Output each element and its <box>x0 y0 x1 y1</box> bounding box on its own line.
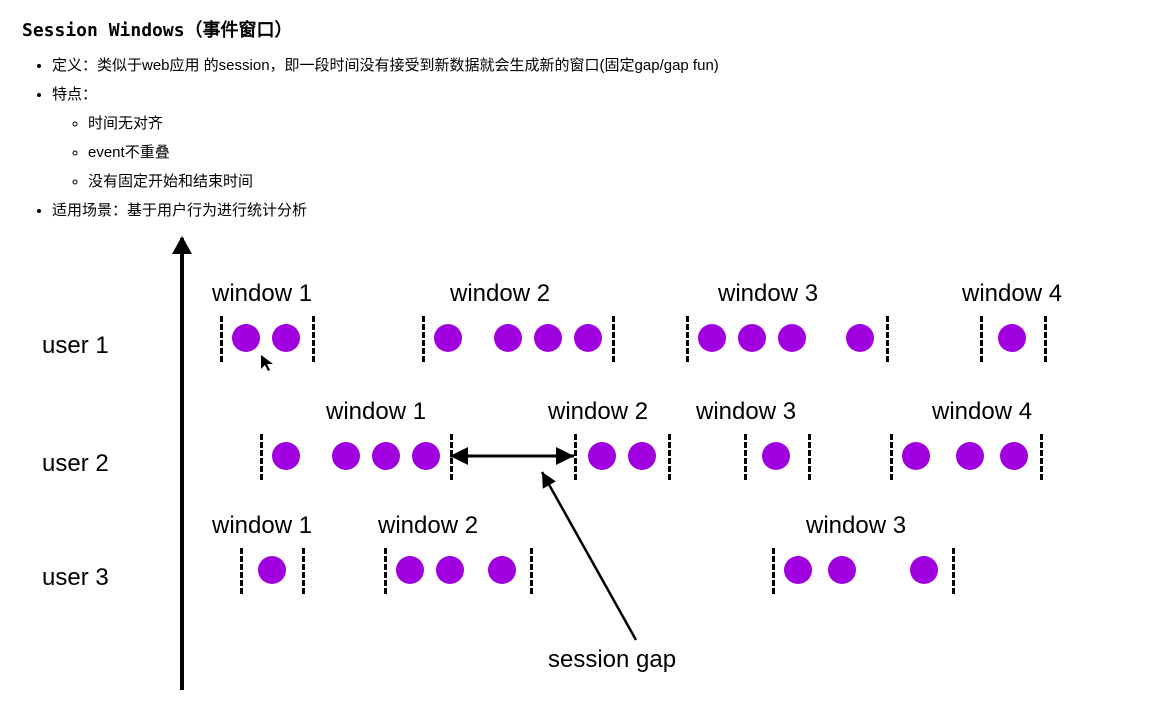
event-dot <box>998 324 1026 352</box>
session-window-diagram: user 1 window 1 window 2 window 3 window 4 us… <box>32 238 1132 698</box>
window-bracket <box>686 316 689 362</box>
window-bracket <box>422 316 425 362</box>
y-axis <box>180 238 184 690</box>
window-bracket <box>890 434 893 480</box>
event-dot <box>574 324 602 352</box>
event-dot <box>698 324 726 352</box>
event-dot <box>628 442 656 470</box>
session-gap-label: session gap <box>548 646 676 674</box>
window-bracket <box>886 316 889 362</box>
window-label: window 4 <box>932 398 1032 426</box>
window-bracket <box>312 316 315 362</box>
window-bracket <box>220 316 223 362</box>
event-dot <box>258 556 286 584</box>
gap-pointer-line <box>542 472 636 640</box>
window-bracket <box>772 548 775 594</box>
window-bracket <box>1040 434 1043 480</box>
bullet-list: 定义：类似于web应用 的session，即一段时间没有接受到新数据就会生成新的… <box>34 54 1132 220</box>
window-label: window 2 <box>450 280 550 308</box>
bullet-features-label: 特点： <box>52 86 97 103</box>
event-dot <box>412 442 440 470</box>
event-dot <box>272 324 300 352</box>
window-label: window 2 <box>378 512 478 540</box>
event-dot <box>372 442 400 470</box>
cursor-icon <box>260 354 274 377</box>
event-dot <box>396 556 424 584</box>
window-label: window 3 <box>696 398 796 426</box>
window-bracket <box>450 434 453 480</box>
event-dot <box>956 442 984 470</box>
window-label: window 1 <box>326 398 426 426</box>
event-dot <box>434 324 462 352</box>
window-bracket <box>952 548 955 594</box>
window-bracket <box>980 316 983 362</box>
row-label: user 3 <box>42 564 109 592</box>
event-dot <box>1000 442 1028 470</box>
y-axis-arrowhead-icon <box>172 236 192 254</box>
window-label: window 1 <box>212 512 312 540</box>
window-label: window 1 <box>212 280 312 308</box>
bullet-features: 特点： 时间无对齐 event不重叠 没有固定开始和结束时间 <box>52 83 1132 191</box>
window-bracket <box>744 434 747 480</box>
row-label: user 1 <box>42 332 109 360</box>
event-dot <box>588 442 616 470</box>
feature-item: event不重叠 <box>88 141 1132 162</box>
bullet-definition: 定义：类似于web应用 的session，即一段时间没有接受到新数据就会生成新的… <box>52 54 1132 75</box>
window-bracket <box>260 434 263 480</box>
event-dot <box>828 556 856 584</box>
window-label: window 3 <box>806 512 906 540</box>
window-bracket <box>1044 316 1047 362</box>
event-dot <box>902 442 930 470</box>
event-dot <box>738 324 766 352</box>
event-dot <box>778 324 806 352</box>
window-bracket <box>668 434 671 480</box>
event-dot <box>910 556 938 584</box>
event-dot <box>494 324 522 352</box>
window-bracket <box>530 548 533 594</box>
window-bracket <box>384 548 387 594</box>
event-dot <box>534 324 562 352</box>
row-label: user 2 <box>42 450 109 478</box>
window-bracket <box>302 548 305 594</box>
event-dot <box>846 324 874 352</box>
event-dot <box>332 442 360 470</box>
event-dot <box>488 556 516 584</box>
feature-item: 时间无对齐 <box>88 112 1132 133</box>
bullet-usecase: 适用场景：基于用户行为进行统计分析 <box>52 199 1132 220</box>
window-label: window 3 <box>718 280 818 308</box>
event-dot <box>762 442 790 470</box>
event-dot <box>232 324 260 352</box>
event-dot <box>436 556 464 584</box>
window-bracket <box>808 434 811 480</box>
features-sublist: 时间无对齐 event不重叠 没有固定开始和结束时间 <box>62 112 1132 191</box>
window-label: window 2 <box>548 398 648 426</box>
event-dot <box>784 556 812 584</box>
feature-item: 没有固定开始和结束时间 <box>88 170 1132 191</box>
window-bracket <box>574 434 577 480</box>
window-bracket <box>240 548 243 594</box>
event-dot <box>272 442 300 470</box>
page-title: Session Windows（事件窗口） <box>22 16 1132 42</box>
window-bracket <box>612 316 615 362</box>
window-label: window 4 <box>962 280 1062 308</box>
